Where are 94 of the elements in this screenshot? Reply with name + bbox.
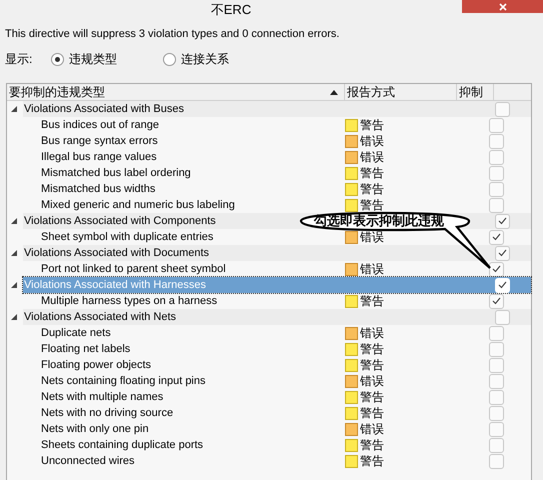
violation-name: Nets with no driving source: [40, 406, 174, 421]
suppress-checkbox[interactable]: [495, 246, 510, 260]
report-mode: 警告: [360, 358, 384, 372]
report-mode: 警告: [360, 454, 384, 468]
severity-swatch: [345, 134, 358, 148]
expand-arrow-icon[interactable]: [11, 250, 17, 256]
suppress-checkbox[interactable]: [489, 118, 504, 132]
suppress-checkbox[interactable]: [489, 454, 504, 468]
report-mode: 警告: [360, 182, 384, 196]
suppress-checkbox[interactable]: [489, 406, 504, 420]
report-mode: 错误: [360, 422, 384, 436]
report-mode: 错误: [360, 374, 384, 388]
violation-name: Illegal bus range values: [40, 150, 158, 165]
violation-name: Nets with multiple names: [40, 390, 164, 405]
column-header[interactable]: 要抑制的违规类型: [7, 84, 345, 100]
report-mode: 错误: [360, 150, 384, 164]
severity-swatch: [345, 118, 358, 132]
suppress-checkbox[interactable]: [489, 230, 504, 244]
severity-swatch: [345, 406, 358, 420]
column-header[interactable]: 报告方式: [345, 84, 457, 100]
severity-swatch: [345, 294, 358, 308]
report-mode: 警告: [360, 438, 384, 452]
suppress-checkbox[interactable]: [489, 134, 504, 148]
suppress-checkbox[interactable]: [489, 294, 504, 308]
severity-swatch: [345, 150, 358, 164]
report-mode: 警告: [360, 118, 384, 132]
violation-name: Port not linked to parent sheet symbol: [40, 262, 227, 277]
severity-swatch: [345, 358, 358, 372]
violation-name: Nets with only one pin: [40, 422, 150, 437]
violation-name: Sheet symbol with duplicate entries: [40, 230, 214, 245]
severity-swatch: [345, 230, 358, 244]
radio-option[interactable]: 连接关系: [163, 50, 275, 68]
severity-swatch: [345, 390, 358, 404]
radio-button[interactable]: [51, 52, 64, 66]
suppress-checkbox[interactable]: [489, 422, 504, 436]
violation-name: Floating net labels: [40, 342, 132, 357]
report-mode: 警告: [360, 166, 384, 180]
expand-arrow-icon[interactable]: [11, 218, 17, 224]
radio-option[interactable]: 违规类型: [51, 50, 163, 68]
suppress-checkbox[interactable]: [489, 262, 504, 276]
suppress-checkbox[interactable]: [489, 390, 504, 404]
severity-swatch: [345, 374, 358, 388]
close-button[interactable]: [462, 0, 543, 13]
suppress-checkbox[interactable]: [489, 438, 504, 452]
severity-swatch: [345, 342, 358, 356]
report-mode: 警告: [360, 294, 384, 308]
window-title: 不ERC: [210, 3, 252, 16]
violation-name: Unconnected wires: [40, 454, 136, 469]
suppress-checkbox[interactable]: [489, 166, 504, 180]
severity-swatch: [345, 454, 358, 468]
report-mode: 警告: [360, 390, 384, 404]
suppress-checkbox[interactable]: [489, 198, 504, 212]
report-mode: 错误: [360, 230, 384, 244]
violation-name: Duplicate nets: [40, 326, 112, 341]
severity-swatch: [345, 438, 358, 452]
severity-swatch: [345, 198, 358, 212]
suppress-checkbox[interactable]: [489, 358, 504, 372]
suppress-checkbox[interactable]: [489, 342, 504, 356]
severity-swatch: [345, 166, 358, 180]
severity-swatch: [345, 182, 358, 196]
report-mode: 错误: [360, 326, 384, 340]
expand-arrow-icon[interactable]: [11, 106, 17, 112]
violation-name: Mismatched bus label ordering: [40, 166, 192, 181]
severity-swatch: [345, 422, 358, 436]
expand-arrow-icon[interactable]: [11, 282, 17, 288]
suppress-checkbox[interactable]: [489, 150, 504, 164]
display-label: 显示:: [5, 51, 34, 68]
violation-name: Multiple harness types on a harness: [40, 294, 218, 309]
severity-swatch: [345, 262, 358, 276]
suppress-checkbox[interactable]: [489, 374, 504, 388]
suppress-checkbox[interactable]: [495, 102, 510, 116]
report-mode: 警告: [360, 198, 384, 212]
radio-button[interactable]: [163, 52, 176, 66]
suppress-checkbox[interactable]: [489, 182, 504, 196]
violation-name: Mixed generic and numeric bus labeling: [40, 198, 236, 213]
column-header[interactable]: 抑制: [457, 84, 494, 100]
suppress-checkbox[interactable]: [489, 326, 504, 340]
summary-text: This directive will suppress 3 violation types and 0 connection errors.: [5, 27, 340, 41]
report-mode: 错误: [360, 134, 384, 148]
report-mode: 警告: [360, 342, 384, 356]
violation-name: Bus indices out of range: [40, 118, 160, 133]
report-mode: 警告: [360, 406, 384, 420]
severity-swatch: [345, 326, 358, 340]
violation-name: Mismatched bus widths: [40, 182, 156, 197]
violation-name: Nets containing floating input pins: [40, 374, 206, 389]
group-row[interactable]: Violations Associated with Components: [24, 212, 216, 230]
report-mode: 错误: [360, 262, 384, 276]
violation-name: Floating power objects: [40, 358, 152, 373]
suppress-checkbox[interactable]: [495, 214, 510, 228]
expand-arrow-icon[interactable]: [11, 314, 17, 320]
suppress-checkbox[interactable]: [495, 310, 510, 324]
close-icon: [499, 2, 507, 10]
violation-name: Bus range syntax errors: [40, 134, 159, 149]
violation-name: Sheets containing duplicate ports: [40, 438, 204, 453]
